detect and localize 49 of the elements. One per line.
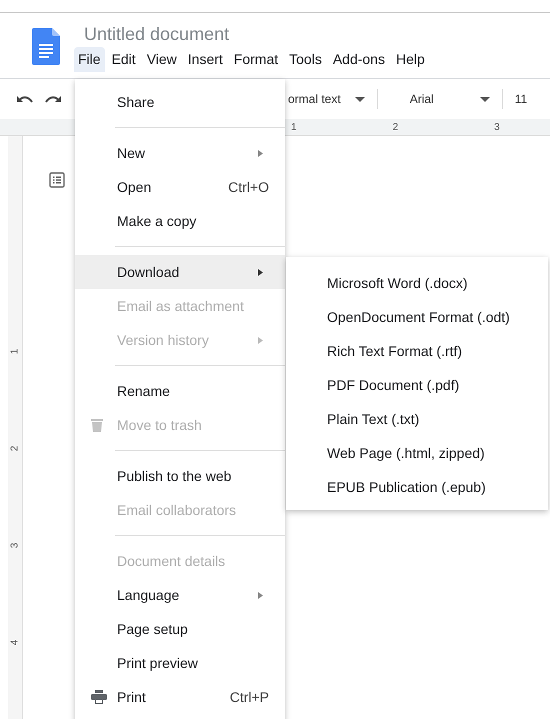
menu-item[interactable]: Web Page (.html, zipped) <box>286 436 548 470</box>
style-dropdown[interactable]: ormal text <box>288 92 341 106</box>
font-size-field[interactable]: 11 <box>514 92 528 106</box>
menu-item[interactable]: Print preview <box>75 646 285 680</box>
menu-item[interactable]: Open Ctrl+O <box>75 170 285 204</box>
submenu-arrow-icon <box>258 592 263 598</box>
menu-item[interactable]: Rename <box>75 374 285 408</box>
menu-item[interactable]: Download <box>75 255 285 289</box>
menu-tab[interactable]: File <box>74 47 105 72</box>
menu-item[interactable]: Plain Text (.txt) <box>286 402 548 436</box>
menu-item[interactable]: Rich Text Format (.rtf) <box>286 334 548 368</box>
menu-item[interactable]: OpenDocument Format (.odt) <box>286 300 548 334</box>
ruler-number: 2 <box>10 446 20 452</box>
docs-logo-icon[interactable] <box>32 28 60 65</box>
trash-icon <box>91 418 103 432</box>
submenu-arrow-icon <box>258 150 263 156</box>
menu-item[interactable]: EPUB Publication (.epub) <box>286 470 548 504</box>
menu-item[interactable]: Make a copy <box>75 204 285 238</box>
ruler-number: 1 <box>291 122 297 132</box>
menu-item[interactable]: New <box>75 136 285 170</box>
font-dropdown[interactable]: Arial <box>410 92 480 106</box>
menu-tab[interactable]: Add-ons <box>328 47 389 72</box>
menu-tab[interactable]: Insert <box>184 47 227 72</box>
ruler-number: 4 <box>10 640 20 646</box>
menu-tab[interactable]: Format <box>230 47 282 72</box>
submenu-arrow-icon <box>258 268 263 276</box>
document-title[interactable]: Untitled document <box>84 24 432 45</box>
caret-icon[interactable] <box>354 96 365 102</box>
printer-icon <box>91 690 107 704</box>
menu-item[interactable]: Microsoft Word (.docx) <box>286 266 548 300</box>
undo-icon[interactable] <box>16 94 34 104</box>
menu-tab[interactable]: Edit <box>108 47 140 72</box>
ruler-number: 3 <box>10 542 20 548</box>
ruler-number: 1 <box>10 348 20 354</box>
redo-icon[interactable] <box>44 94 62 104</box>
menu-item[interactable]: Language <box>75 578 285 612</box>
menu-tab[interactable]: Tools <box>285 47 326 72</box>
caret-icon[interactable] <box>480 96 490 102</box>
menu-item[interactable]: PDF Document (.pdf) <box>286 368 548 402</box>
outline-icon[interactable] <box>49 172 65 188</box>
submenu-arrow-icon <box>258 336 263 344</box>
menu-tab[interactable]: View <box>142 47 181 72</box>
menu-item[interactable]: Page setup <box>75 612 285 646</box>
menu-item[interactable]: Publish to the web <box>75 459 285 493</box>
menu-tab[interactable]: Help <box>392 47 429 72</box>
ruler-number: 2 <box>392 122 398 132</box>
menu-item[interactable]: Print Ctrl+P <box>75 680 285 714</box>
menu-item[interactable]: Share <box>75 85 285 119</box>
ruler-number: 3 <box>494 122 500 132</box>
